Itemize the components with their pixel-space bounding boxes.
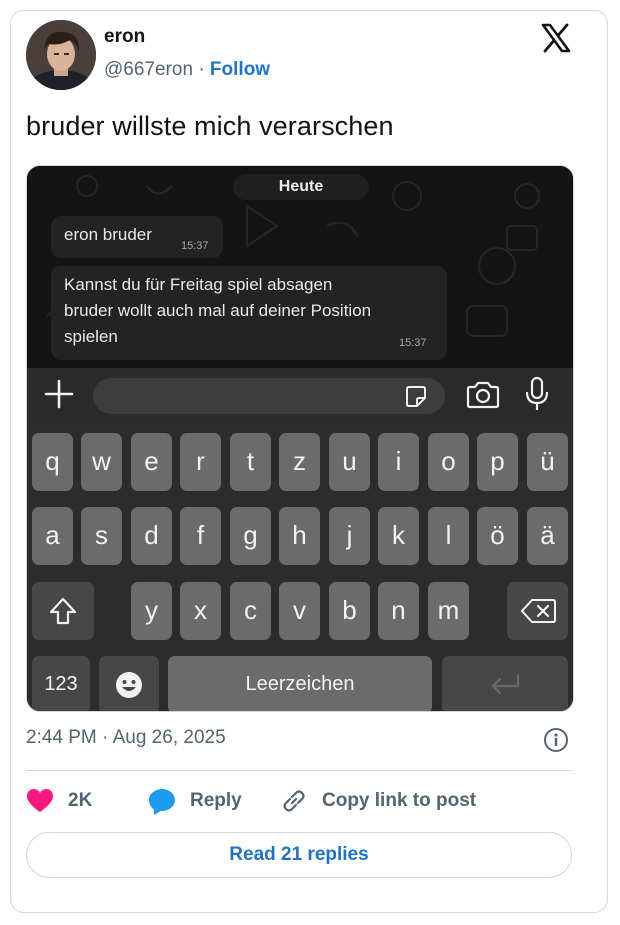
reply-icon [149, 789, 175, 815]
key[interactable]: d [131, 507, 172, 565]
shift-key[interactable] [32, 582, 94, 640]
action-bar: 2K Reply Copy link to post [26, 786, 572, 816]
key[interactable]: m [428, 582, 469, 640]
tweet-media-screenshot[interactable]: Heute eron bruder 15:37 Kannst du für Fr… [26, 165, 574, 712]
backspace-key[interactable] [507, 582, 568, 640]
space-key[interactable]: Leerzeichen [168, 656, 432, 711]
key[interactable]: y [131, 582, 172, 640]
sticker-icon[interactable] [403, 384, 429, 410]
key[interactable]: t [230, 433, 271, 491]
post-timestamp[interactable]: 2:44 PM · Aug 26, 2025 [26, 727, 226, 749]
copy-link-label: Copy link to post [322, 790, 477, 811]
key[interactable]: e [131, 433, 172, 491]
key[interactable]: p [477, 433, 518, 491]
key[interactable]: w [81, 433, 122, 491]
tweet-text: bruder willste mich verarschen [26, 111, 394, 141]
chat-area: Heute eron bruder 15:37 Kannst du für Fr… [27, 166, 573, 368]
key[interactable]: f [180, 507, 221, 565]
copy-link-button[interactable]: Copy link to post [280, 786, 476, 816]
key[interactable]: ü [527, 433, 568, 491]
key[interactable]: o [428, 433, 469, 491]
key[interactable]: ä [527, 507, 568, 565]
return-icon [491, 673, 520, 695]
key[interactable]: j [329, 507, 370, 565]
reply-label: Reply [190, 790, 242, 811]
like-button[interactable]: 2K [26, 786, 92, 816]
key[interactable]: h [279, 507, 320, 565]
backspace-icon [520, 599, 556, 623]
key[interactable]: s [81, 507, 122, 565]
key[interactable]: v [279, 582, 320, 640]
keyboard: q w e r t z u i o p ü a s d f g h j k l … [27, 424, 573, 711]
key[interactable]: i [378, 433, 419, 491]
chat-message: Kannst du für Freitag spiel absagen brud… [51, 266, 447, 360]
divider [26, 770, 572, 771]
like-count: 2K [68, 790, 93, 811]
return-key[interactable] [442, 656, 568, 711]
emoji-icon [116, 672, 142, 698]
reply-button[interactable]: Reply [148, 786, 242, 816]
message-line: spielen [64, 327, 118, 346]
shift-icon [49, 597, 77, 625]
key[interactable]: a [32, 507, 73, 565]
x-logo-icon[interactable] [540, 22, 572, 54]
key[interactable]: c [230, 582, 271, 640]
chat-message: eron bruder 15:37 [51, 216, 223, 258]
info-icon[interactable] [543, 727, 569, 753]
separator-dot: · [198, 59, 205, 80]
message-line: Kannst du für Freitag spiel absagen [64, 275, 333, 294]
message-time: 15:37 [181, 240, 209, 252]
chat-input-bar [27, 368, 573, 424]
plus-icon[interactable] [43, 378, 75, 410]
key[interactable]: u [329, 433, 370, 491]
message-line: bruder wollt auch mal auf deiner Positio… [64, 301, 372, 320]
key[interactable]: ö [477, 507, 518, 565]
key[interactable]: q [32, 433, 73, 491]
camera-icon[interactable] [465, 380, 501, 410]
date-pill: Heute [233, 174, 369, 200]
emoji-key[interactable] [99, 656, 159, 711]
numbers-key[interactable]: 123 [32, 656, 90, 711]
author-handle-row: @667eron · Follow [104, 59, 270, 81]
key[interactable]: g [230, 507, 271, 565]
follow-button[interactable]: Follow [210, 59, 270, 80]
author-name[interactable]: eron [104, 26, 145, 48]
key[interactable]: r [180, 433, 221, 491]
key[interactable]: l [428, 507, 469, 565]
key[interactable]: b [329, 582, 370, 640]
message-text: eron bruder [64, 225, 152, 244]
message-time: 15:37 [399, 337, 427, 349]
link-icon [283, 790, 305, 812]
key[interactable]: z [279, 433, 320, 491]
read-replies-button[interactable]: Read 21 replies [26, 832, 572, 878]
microphone-icon[interactable] [523, 376, 551, 412]
key[interactable]: k [378, 507, 419, 565]
heart-icon [27, 789, 53, 812]
key[interactable]: x [180, 582, 221, 640]
author-handle[interactable]: @667eron [104, 59, 193, 80]
key[interactable]: n [378, 582, 419, 640]
message-input[interactable] [93, 378, 445, 414]
avatar[interactable] [26, 20, 96, 90]
